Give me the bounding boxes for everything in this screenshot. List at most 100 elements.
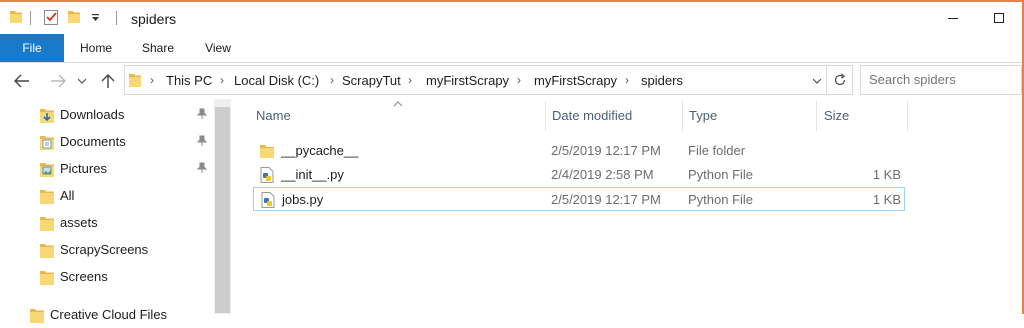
breadcrumb-local-disk[interactable]: Local Disk (C:): [234, 73, 319, 88]
column-header-date-modified[interactable]: Date modified: [552, 107, 632, 133]
chevron-down-icon: [812, 78, 822, 84]
file-name: __init__.py: [281, 167, 344, 182]
folder-icon: [40, 217, 54, 231]
up-arrow-icon: [101, 74, 115, 88]
column-header-size[interactable]: Size: [824, 107, 849, 133]
sidebar-item-screens[interactable]: Screens: [0, 264, 214, 290]
file-row-init-py[interactable]: __init__.py 2/4/2019 2:58 PM Python File…: [253, 163, 905, 187]
chevron-right-icon[interactable]: ›: [408, 73, 412, 87]
file-date-modified: 2/5/2019 12:17 PM: [551, 143, 661, 158]
ribbon-tabs: File Home Share View: [0, 34, 1022, 63]
tab-file[interactable]: File: [0, 34, 64, 62]
folder-icon: [260, 145, 274, 158]
column-divider[interactable]: [816, 101, 817, 131]
sidebar-item-pictures[interactable]: Pictures: [0, 156, 214, 182]
sidebar-item-downloads[interactable]: Downloads: [0, 102, 214, 128]
refresh-button[interactable]: [827, 65, 853, 95]
scrollbar-thumb[interactable]: [215, 107, 230, 313]
address-bar[interactable]: › This PC › Local Disk (C:) › ScrapyTut …: [124, 65, 827, 95]
python-file-icon: [260, 167, 274, 183]
customize-dropdown-icon[interactable]: [91, 13, 100, 22]
toolbar-separator: [116, 11, 117, 25]
sidebar-item-label: Screens: [60, 269, 108, 284]
breadcrumb-scrapytut[interactable]: ScrapyTut: [342, 73, 401, 88]
chevron-right-icon[interactable]: ›: [330, 73, 334, 87]
new-folder-icon[interactable]: [68, 10, 80, 23]
chevron-down-icon: [78, 78, 86, 84]
chevron-right-icon[interactable]: ›: [150, 73, 154, 87]
file-type: Python File: [688, 192, 754, 207]
nav-pane-scrollbar[interactable]: [214, 99, 231, 314]
forward-arrow-icon: [51, 74, 66, 88]
breadcrumb-this-pc[interactable]: This PC: [166, 73, 212, 88]
file-name: __pycache__: [281, 143, 359, 158]
address-row: › This PC › Local Disk (C:) › ScrapyTut …: [0, 63, 1022, 99]
back-button[interactable]: [10, 69, 34, 93]
navigation-pane: Downloads Documents Pictures All assets: [0, 99, 231, 323]
column-divider[interactable]: [682, 101, 683, 131]
column-header-type[interactable]: Type: [689, 107, 717, 133]
tab-home[interactable]: Home: [72, 34, 120, 62]
sidebar-item-label: Downloads: [60, 107, 125, 122]
minimize-button[interactable]: [930, 2, 976, 34]
sidebar-item-label: All: [60, 188, 75, 203]
file-row-pycache[interactable]: __pycache__ 2/5/2019 12:17 PM File folde…: [253, 139, 905, 163]
breadcrumb-myfirstscrapy[interactable]: myFirstScrapy: [426, 73, 509, 88]
tab-view[interactable]: View: [194, 34, 242, 62]
sort-ascending-icon: [393, 101, 403, 107]
pictures-folder-icon: [40, 163, 54, 177]
file-type: File folder: [688, 143, 746, 158]
chevron-right-icon[interactable]: ›: [625, 73, 629, 87]
sidebar-item-all[interactable]: All: [0, 183, 214, 209]
sidebar-item-label: Documents: [60, 134, 126, 149]
sidebar-item-creative-cloud-files[interactable]: Creative Cloud Files: [0, 302, 214, 328]
creative-cloud-folder-icon: [30, 309, 44, 323]
breadcrumb-spiders[interactable]: spiders: [641, 73, 683, 88]
address-history-dropdown[interactable]: [812, 73, 822, 87]
sidebar-item-assets[interactable]: assets: [0, 210, 214, 236]
python-file-icon: [261, 192, 275, 208]
column-header-name[interactable]: Name: [256, 107, 291, 133]
folder-icon: [10, 11, 22, 23]
file-size: 1 KB: [872, 192, 901, 207]
tab-share[interactable]: Share: [134, 34, 182, 62]
breadcrumb-myfirstscrapy-inner[interactable]: myFirstScrapy: [534, 73, 617, 88]
file-name: jobs.py: [282, 192, 324, 207]
title-bar: spiders: [0, 2, 1022, 34]
file-date-modified: 2/5/2019 12:17 PM: [551, 192, 661, 207]
maximize-button[interactable]: [976, 2, 1022, 34]
minimize-icon: [948, 18, 958, 19]
file-type: Python File: [688, 167, 754, 182]
sidebar-item-label: Creative Cloud Files: [50, 307, 168, 322]
toolbar-separator: [30, 11, 31, 25]
properties-check-icon[interactable]: [44, 9, 59, 25]
pin-icon[interactable]: [196, 108, 208, 120]
back-arrow-icon: [14, 74, 29, 88]
recent-locations-button[interactable]: [70, 69, 94, 93]
downloads-folder-icon: [40, 109, 54, 123]
search-box[interactable]: [860, 65, 1022, 95]
sidebar-item-scrapyscreens[interactable]: ScrapyScreens: [0, 237, 214, 263]
sidebar-item-label: Pictures: [60, 161, 107, 176]
folder-icon: [40, 190, 54, 204]
pin-icon[interactable]: [196, 162, 208, 174]
chevron-right-icon[interactable]: ›: [220, 73, 224, 87]
sidebar-item-documents[interactable]: Documents: [0, 129, 214, 155]
sidebar-item-label: ScrapyScreens: [60, 242, 149, 257]
documents-folder-icon: [40, 136, 54, 150]
sidebar-item-label: assets: [60, 215, 98, 230]
file-row-jobs-py[interactable]: jobs.py 2/5/2019 12:17 PM Python File 1 …: [253, 187, 905, 211]
up-button[interactable]: [96, 69, 120, 93]
chevron-right-icon[interactable]: ›: [517, 73, 521, 87]
search-input[interactable]: [861, 66, 1019, 92]
maximize-icon: [994, 13, 1004, 23]
folder-icon: [40, 271, 54, 285]
column-divider[interactable]: [545, 101, 546, 131]
column-divider[interactable]: [907, 101, 908, 131]
file-date-modified: 2/4/2019 2:58 PM: [551, 167, 654, 182]
pin-icon[interactable]: [196, 135, 208, 147]
folder-icon: [40, 244, 54, 258]
forward-button[interactable]: [46, 69, 70, 93]
window-title: spiders: [131, 11, 177, 27]
refresh-icon: [834, 73, 845, 86]
